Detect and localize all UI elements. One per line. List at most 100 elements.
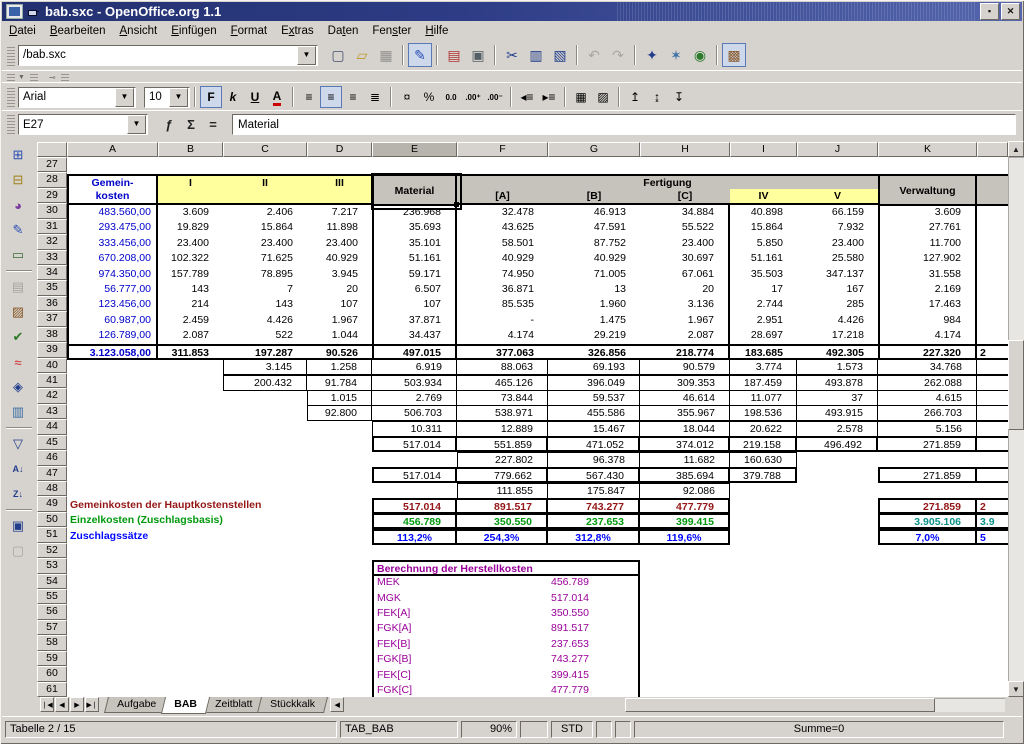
cell-E53[interactable]: MEK <box>372 575 548 591</box>
url-combobox[interactable]: /bab.sxc ▼ <box>18 45 318 66</box>
background-color-button[interactable]: ▨ <box>592 86 614 108</box>
cell-H28[interactable]: [C] <box>640 189 730 205</box>
cell-K40[interactable]: 262.088 <box>878 375 977 391</box>
row-header-58[interactable]: 58 <box>37 635 67 651</box>
cell-D40[interactable]: 91.784 <box>307 375 372 391</box>
cell-I44[interactable]: 219.158 <box>730 436 797 452</box>
print-icon[interactable]: ▣ <box>466 43 490 67</box>
align-left-button[interactable]: ≡ <box>298 86 320 108</box>
cell-J32[interactable]: 25.580 <box>797 251 878 267</box>
cell-C36[interactable]: 4.426 <box>223 313 307 329</box>
cell-D42[interactable]: 92.800 <box>307 405 372 421</box>
cell-J30[interactable]: 7.932 <box>797 220 878 236</box>
cell-E38[interactable]: 497.015 <box>372 344 457 360</box>
cell-B31[interactable]: 23.400 <box>158 236 223 252</box>
cell-K32[interactable]: 127.902 <box>878 251 977 267</box>
cell-D38[interactable]: 90.526 <box>307 344 372 360</box>
cell-H31[interactable]: 23.400 <box>640 236 730 252</box>
cell-H30[interactable]: 55.522 <box>640 220 730 236</box>
cell-D39[interactable]: 1.258 <box>307 359 372 375</box>
cell-D27[interactable]: III <box>307 174 372 190</box>
cell-E31[interactable]: 35.101 <box>372 236 457 252</box>
cell-I32[interactable]: 51.161 <box>730 251 797 267</box>
column-header-B[interactable]: B <box>158 142 223 157</box>
navigator-icon[interactable]: ✦ <box>640 43 664 67</box>
cell-G30[interactable]: 47.591 <box>548 220 640 236</box>
cell-C37[interactable]: 522 <box>223 328 307 344</box>
row-header-37[interactable]: 37 <box>37 311 67 327</box>
cell-H37[interactable]: 2.087 <box>640 328 730 344</box>
select-all-corner[interactable] <box>37 142 67 157</box>
cell-K29[interactable]: 3.609 <box>878 205 977 221</box>
formula-input-line[interactable]: Material <box>232 114 1016 135</box>
cell-D35[interactable]: 107 <box>307 297 372 313</box>
first-sheet-button[interactable]: ❘◀ <box>40 697 54 712</box>
cell-A32[interactable]: 670.208,00 <box>67 251 158 267</box>
cell-E43[interactable]: 10.311 <box>372 421 457 437</box>
row-label-48[interactable]: Gemeinkosten der Hauptkostenstellen <box>67 498 372 514</box>
cell-J39[interactable]: 1.573 <box>797 359 878 375</box>
cell-K34[interactable]: 2.169 <box>878 282 977 298</box>
cell-H29[interactable]: 34.884 <box>640 205 730 221</box>
row-header-51[interactable]: 51 <box>37 527 67 543</box>
cell-E30[interactable]: 35.693 <box>372 220 457 236</box>
cell-D30[interactable]: 11.898 <box>307 220 372 236</box>
cell-I46[interactable]: 379.788 <box>730 467 797 483</box>
handle-grip-2[interactable] <box>30 73 38 81</box>
cell-H33[interactable]: 67.061 <box>640 267 730 283</box>
cell-I29[interactable]: 40.898 <box>730 205 797 221</box>
cell-C28[interactable] <box>223 189 307 205</box>
cell-E35[interactable]: 107 <box>372 297 457 313</box>
cell-H48[interactable]: 477.779 <box>640 498 730 514</box>
cell-K46[interactable]: 271.859 <box>878 467 977 483</box>
last-sheet-button[interactable]: ▶❘ <box>85 697 99 712</box>
cell-F46[interactable]: 779.662 <box>457 467 548 483</box>
cell-J43[interactable]: 2.578 <box>797 421 878 437</box>
save-icon[interactable]: ▦ <box>374 43 398 67</box>
cell-F28[interactable]: [A] <box>457 189 548 205</box>
row-header-59[interactable]: 59 <box>37 651 67 666</box>
align-top-button[interactable]: ↥ <box>624 86 646 108</box>
cell-G45[interactable]: 96.378 <box>548 452 640 468</box>
cell-E54[interactable]: MGK <box>372 591 548 607</box>
cell-E50[interactable]: 113,2% <box>372 529 457 545</box>
menu-extras[interactable]: Extras <box>274 23 321 39</box>
cell-K27[interactable]: Verwaltung <box>878 174 977 206</box>
row-header-49[interactable]: 49 <box>37 496 67 512</box>
row-header-60[interactable]: 60 <box>37 666 67 682</box>
row-header-39[interactable]: 39 <box>37 342 67 358</box>
scroll-down-icon[interactable]: ▼ <box>1008 681 1024 697</box>
cell-D32[interactable]: 40.929 <box>307 251 372 267</box>
cell-F27[interactable]: Fertigung <box>457 174 878 190</box>
cell-B27[interactable]: I <box>158 174 223 190</box>
column-header-C[interactable]: C <box>223 142 307 157</box>
row-header-28[interactable]: 28 <box>37 172 67 188</box>
cell-L49[interactable]: 3.9 <box>977 513 1008 529</box>
menu-daten[interactable]: Daten <box>321 23 366 39</box>
cell-C35[interactable]: 143 <box>223 297 307 313</box>
cell-F44[interactable]: 551.859 <box>457 436 548 452</box>
cell-K42[interactable]: 266.703 <box>878 405 977 421</box>
cell-F43[interactable]: 12.889 <box>457 421 548 437</box>
cell-G48[interactable]: 743.277 <box>548 498 640 514</box>
cell-reference[interactable]: E27 <box>19 119 126 131</box>
row-header-30[interactable]: 30 <box>37 203 67 219</box>
cell-C31[interactable]: 23.400 <box>223 236 307 252</box>
row-header-53[interactable]: 53 <box>37 558 67 574</box>
cell-K41[interactable]: 4.615 <box>878 390 977 406</box>
row-header-33[interactable]: 33 <box>37 250 67 265</box>
cell-F39[interactable]: 88.063 <box>457 359 548 375</box>
row-header-36[interactable]: 36 <box>37 296 67 311</box>
cell-H40[interactable]: 309.353 <box>640 375 730 391</box>
row-header-55[interactable]: 55 <box>37 589 67 604</box>
next-sheet-button[interactable]: ▶ <box>70 697 84 712</box>
herstellkosten-title[interactable]: Berechnung der Herstellkosten <box>372 560 640 576</box>
cell-B30[interactable]: 19.829 <box>158 220 223 236</box>
cell-G60[interactable]: 477.779 <box>548 683 640 697</box>
gallery-icon[interactable]: ▩ <box>722 43 746 67</box>
copy-icon[interactable]: ▥ <box>524 43 548 67</box>
cell-I31[interactable]: 5.850 <box>730 236 797 252</box>
cell-B29[interactable]: 3.609 <box>158 205 223 221</box>
collapse-chevron-icon[interactable]: ▼ <box>18 74 25 81</box>
bold-button[interactable]: F <box>200 86 222 108</box>
